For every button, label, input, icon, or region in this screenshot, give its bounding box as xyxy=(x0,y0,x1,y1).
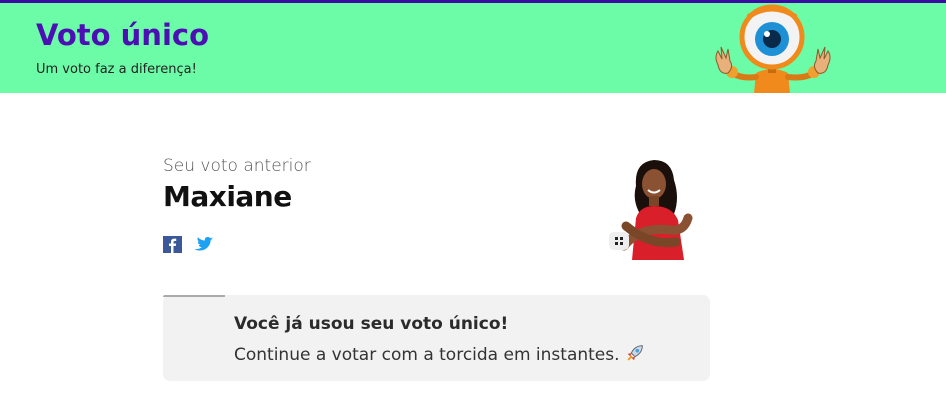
twitter-icon xyxy=(194,237,213,251)
page-title: Voto único xyxy=(36,18,210,52)
previous-vote-name: Maxiane xyxy=(163,180,292,213)
rocket-icon xyxy=(627,345,643,361)
notice-text: Continue a votar com a torcida em instan… xyxy=(234,345,620,365)
previous-vote-label: Seu voto anterior xyxy=(163,156,311,176)
grid-button[interactable] xyxy=(609,232,629,250)
notice-progress-line xyxy=(163,295,225,297)
vote-used-notice: Você já usou seu voto único! Continue a … xyxy=(163,295,710,381)
big-brother-eye-mascot-icon xyxy=(715,4,831,93)
notice-title: Você já usou seu voto único! xyxy=(234,314,509,334)
notice-text-row: Continue a votar com a torcida em instan… xyxy=(234,342,646,365)
grid-icon xyxy=(615,237,623,245)
twitter-share-button[interactable] xyxy=(194,236,213,253)
facebook-icon xyxy=(163,236,182,253)
facebook-share-button[interactable] xyxy=(163,236,182,253)
page-subtitle: Um voto faz a diferença! xyxy=(36,62,197,77)
